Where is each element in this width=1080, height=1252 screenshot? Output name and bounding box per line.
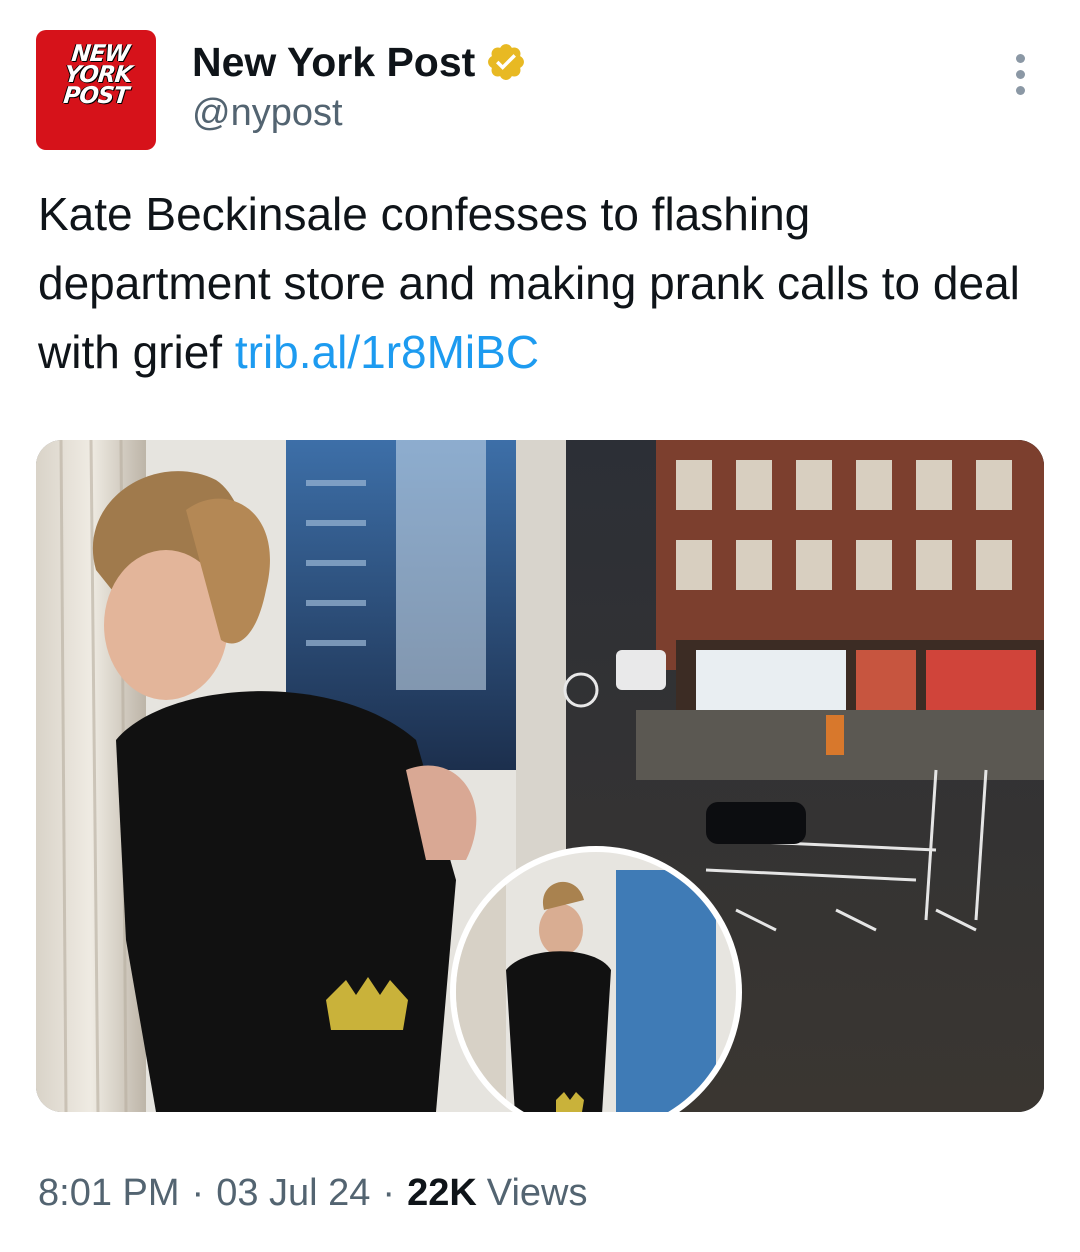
verified-badge-icon <box>488 44 525 80</box>
more-options-icon[interactable] <box>1008 54 1032 106</box>
author-handle[interactable]: @nypost <box>192 92 343 135</box>
tweet-media-image[interactable] <box>36 440 1044 1112</box>
views-label: Views <box>486 1172 588 1214</box>
avatar-logo: NEW YORK POST <box>62 41 133 109</box>
meta-separator: · <box>191 1172 205 1214</box>
author-name-row: New York Post <box>192 38 527 86</box>
avatar[interactable]: NEW YORK POST <box>36 30 156 150</box>
tweet-date[interactable]: 03 Jul 24 <box>216 1172 370 1215</box>
tweet-meta: 8:01 PM · 03 Jul 24 · 22K Views <box>38 1172 587 1215</box>
display-name[interactable]: New York Post <box>192 39 475 86</box>
tweet-link[interactable]: trib.al/1r8MiBC <box>235 326 539 378</box>
meta-separator: · <box>382 1172 396 1214</box>
tweet-time[interactable]: 8:01 PM <box>38 1172 180 1215</box>
views-count: 22K <box>407 1172 477 1214</box>
media-photo-illustration <box>36 440 1044 1112</box>
tweet-text: Kate Beckinsale confesses to flashing de… <box>38 180 1038 387</box>
